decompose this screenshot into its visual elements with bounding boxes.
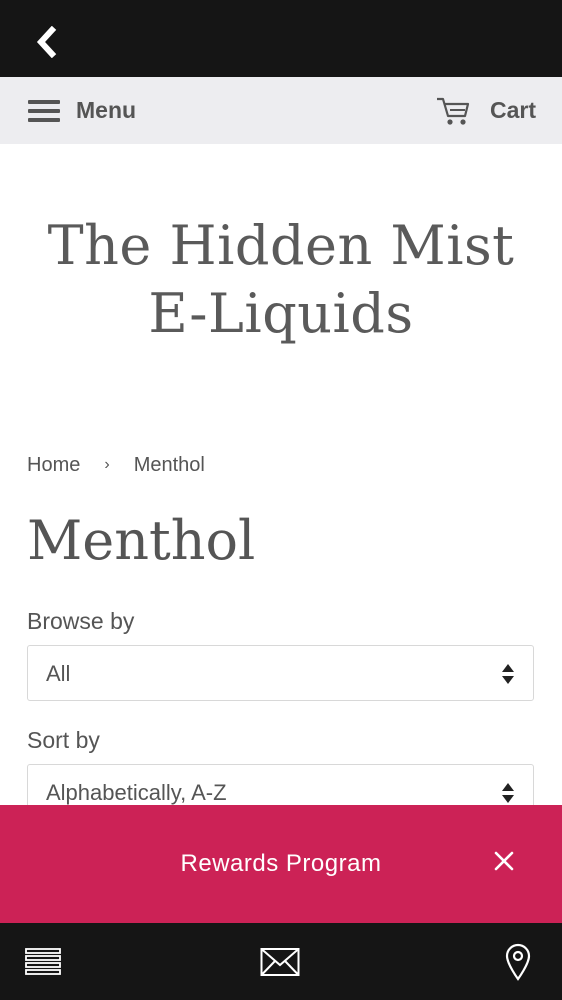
cart-label: Cart xyxy=(489,97,536,123)
rewards-close-button[interactable] xyxy=(488,845,520,877)
menu-label: Menu xyxy=(76,97,137,123)
menu-button[interactable]: Menu xyxy=(28,77,136,144)
shopping-cart-icon xyxy=(436,97,470,125)
bottom-nav-bar xyxy=(0,923,562,1000)
site-title-line-1: The Hidden Mist xyxy=(47,214,515,277)
back-button[interactable] xyxy=(28,22,64,62)
site-title-line-2: E-Liquids xyxy=(148,282,414,345)
list-icon xyxy=(25,948,61,975)
breadcrumb-current: Menthol xyxy=(133,453,205,476)
site-nav-bar: Menu Cart xyxy=(0,77,562,144)
chevron-left-icon xyxy=(36,26,57,58)
breadcrumb-separator: › xyxy=(104,456,110,473)
hamburger-icon xyxy=(28,99,60,122)
browse-by-label: Browse by xyxy=(27,608,135,634)
site-logo-title[interactable]: The Hidden Mist E-Liquids xyxy=(0,212,562,348)
breadcrumb: Home › Menthol xyxy=(27,452,205,478)
select-arrows-icon xyxy=(502,664,514,684)
close-icon xyxy=(494,851,514,871)
browse-by-select[interactable]: All xyxy=(27,645,534,701)
rewards-program-banner[interactable]: Rewards Program xyxy=(0,805,562,923)
rewards-program-label: Rewards Program xyxy=(180,850,382,877)
select-arrows-icon xyxy=(502,783,514,803)
breadcrumb-home-link[interactable]: Home xyxy=(27,454,80,477)
location-pin-icon xyxy=(505,943,531,981)
bottom-nav-list-button[interactable] xyxy=(21,941,65,983)
browse-by-value: All xyxy=(46,661,71,686)
sort-by-label: Sort by xyxy=(27,727,100,753)
page-title: Menthol xyxy=(27,509,256,572)
app-top-bar xyxy=(0,0,562,77)
cart-button[interactable]: Cart xyxy=(436,77,536,144)
bottom-nav-mail-button[interactable] xyxy=(258,941,302,983)
bottom-nav-location-button[interactable] xyxy=(496,941,540,983)
mail-icon xyxy=(260,948,300,976)
